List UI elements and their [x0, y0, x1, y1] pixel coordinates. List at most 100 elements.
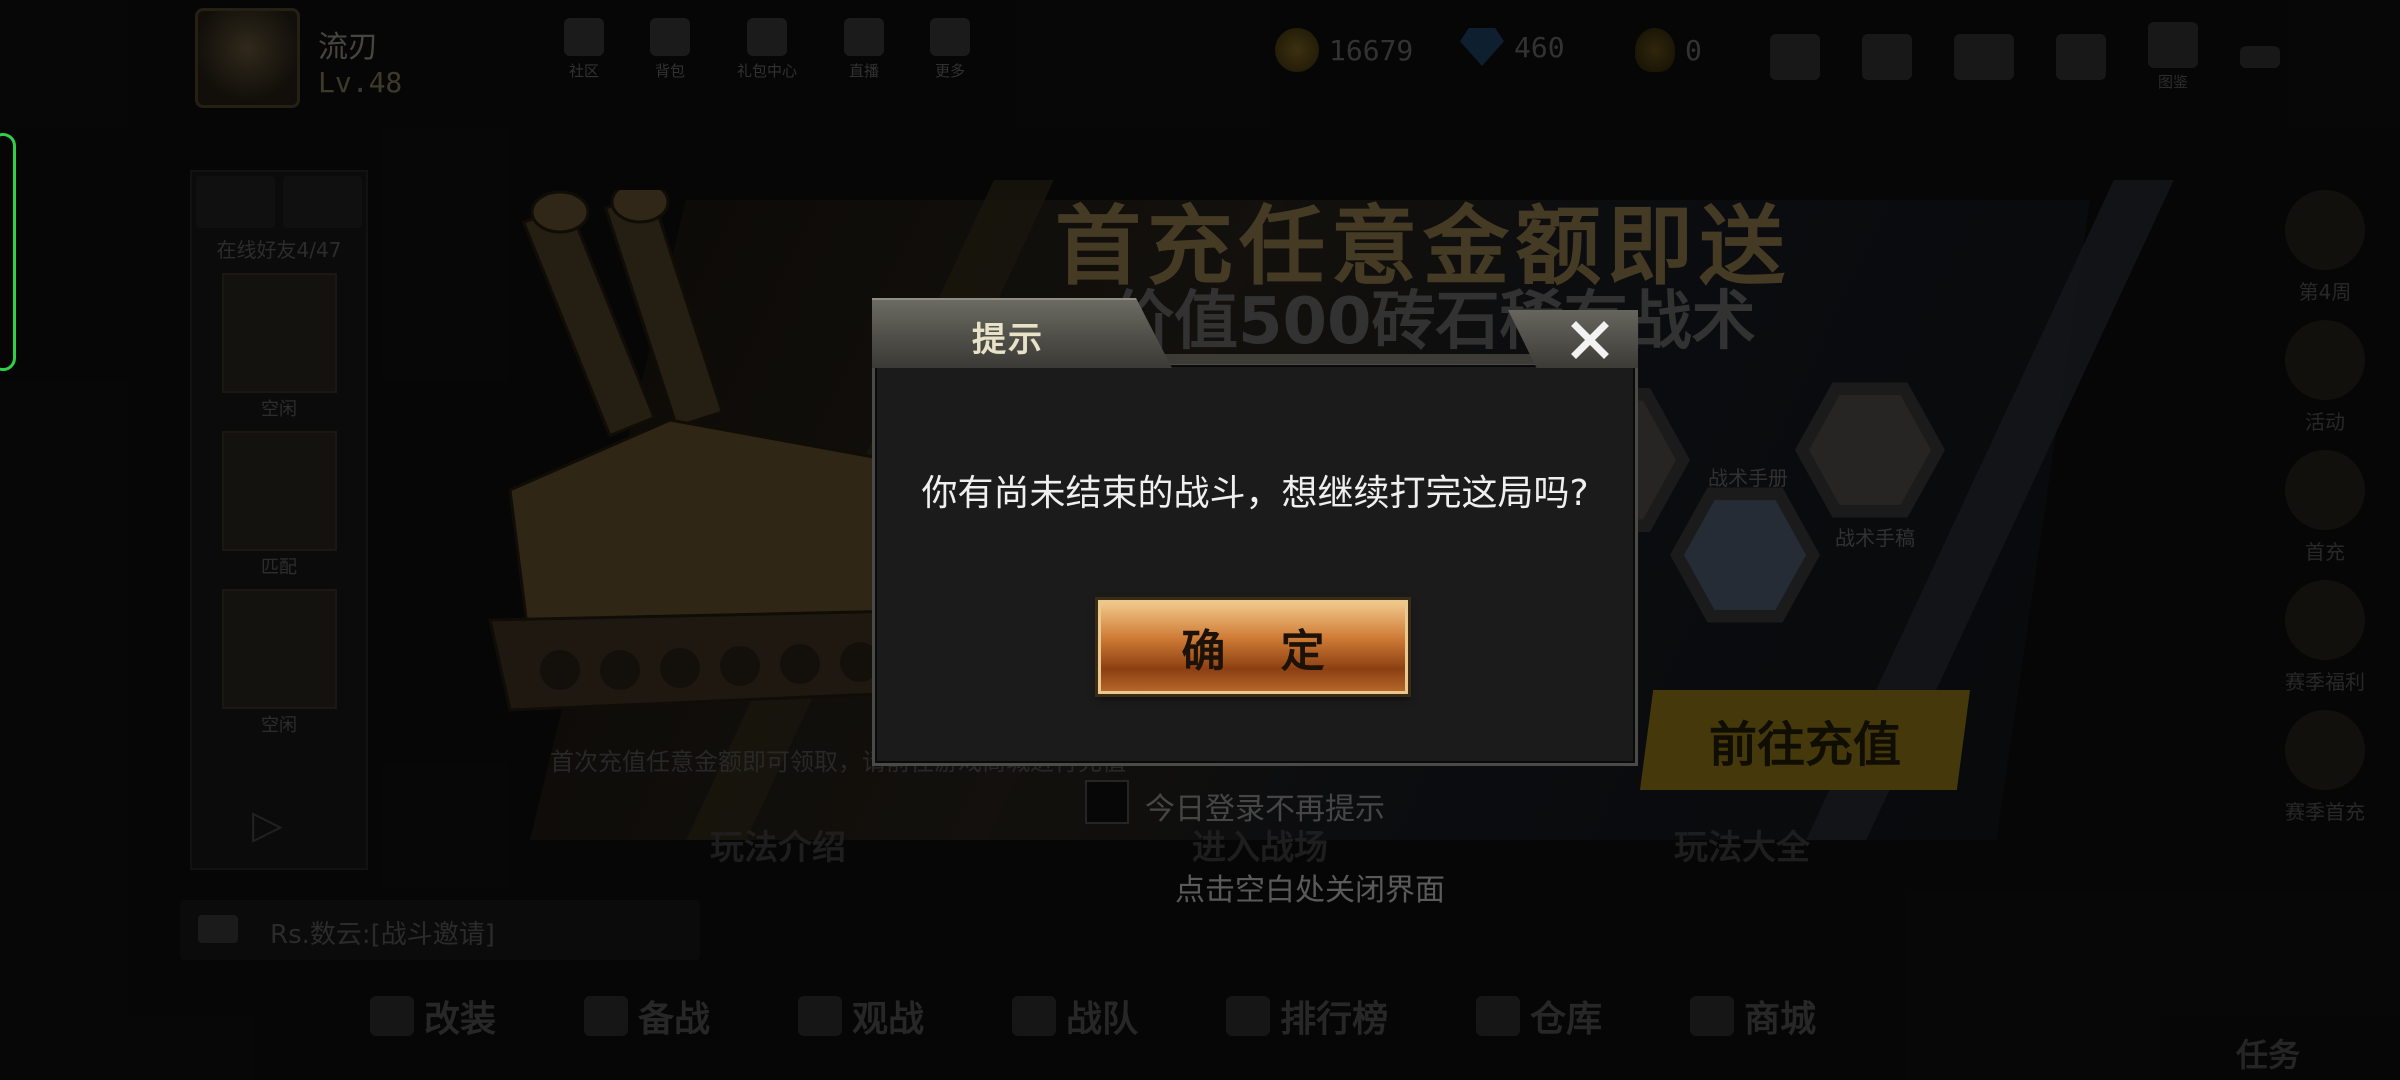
top-nav-community[interactable]: 社区 — [555, 18, 613, 81]
mail-button[interactable] — [1954, 34, 2014, 80]
promo-tabs: 玩法介绍 进入战场 玩法大全 — [710, 820, 1810, 869]
expand-arrow-icon[interactable]: ▷ — [252, 802, 283, 848]
nav-spectate[interactable]: 观战 — [798, 990, 924, 1042]
friend-slot-status: 匹配 — [261, 557, 297, 578]
close-icon — [1571, 321, 1609, 359]
gift-icon — [2285, 450, 2365, 530]
star-icon — [2285, 320, 2365, 400]
nav-label: 观战 — [852, 999, 925, 1040]
friend-slot[interactable] — [221, 431, 337, 551]
star-icon — [798, 996, 843, 1036]
friend-slot[interactable] — [221, 589, 337, 709]
nav-label: 备战 — [638, 999, 711, 1040]
nav-label: 更多 — [934, 62, 965, 80]
chat-bar[interactable]: Rs.数云:[战斗邀请] — [180, 900, 700, 960]
tap-to-close-hint[interactable]: 点击空白处关闭界面 — [510, 865, 2110, 909]
friends-panel: 在线好友4/47 空闲 匹配 空闲 ▷ — [190, 170, 368, 870]
game-lobby: 流刃 Lv.48 社区 背包 礼包中心 直播 更多 16679 460 0 图鉴 — [0, 0, 2400, 1080]
event-season-benefit[interactable]: 赛季福利 — [2250, 580, 2400, 710]
edge-handle[interactable] — [0, 133, 16, 371]
nav-label: 改装 — [424, 999, 497, 1040]
gold-value: 16679 — [1329, 33, 1414, 67]
friends-tabs — [192, 172, 366, 232]
confirm-label: 确 定 — [1181, 626, 1345, 677]
event-week[interactable]: 第4周 — [2250, 190, 2400, 320]
top-bar: 流刃 Lv.48 社区 背包 礼包中心 直播 更多 16679 460 0 图鉴 — [0, 0, 2400, 110]
top-nav-live[interactable]: 直播 — [835, 18, 893, 81]
nav-modify[interactable]: 改装 — [370, 990, 496, 1042]
tab-friends[interactable] — [283, 176, 362, 228]
event-label: 第4周 — [2298, 280, 2352, 304]
medal-value: 0 — [1685, 33, 1702, 67]
plus-icon — [1770, 34, 1820, 80]
medal-icon — [1635, 28, 1675, 72]
promo-tab[interactable]: 玩法大全 — [1674, 820, 1810, 869]
skull-icon — [584, 996, 629, 1036]
nav-store[interactable]: 商城 — [1690, 990, 1816, 1042]
gold-counter[interactable]: 16679 — [1275, 28, 1413, 72]
emblem-icon — [2285, 710, 2365, 790]
battery-indicator — [2240, 46, 2280, 68]
event-first-recharge[interactable]: 首充 — [2250, 450, 2400, 580]
nav-label: 背包 — [654, 62, 685, 80]
emblem-icon — [2285, 580, 2365, 660]
go-recharge-button[interactable]: 前往充值 — [1640, 690, 1970, 790]
friend-slot[interactable] — [221, 273, 337, 393]
top-nav-bag[interactable]: 背包 — [641, 18, 699, 81]
star-badge-icon — [2285, 190, 2365, 270]
gift-icon — [747, 18, 787, 56]
promo-tab[interactable]: 进入战场 — [1192, 820, 1328, 869]
house-icon — [1476, 996, 1521, 1036]
diamond-counter[interactable]: 460 — [1460, 28, 1565, 66]
wrench-icon — [370, 996, 414, 1036]
nav-label: 仓库 — [1530, 999, 1603, 1040]
medal-counter[interactable]: 0 — [1635, 28, 1702, 72]
nav-warehouse[interactable]: 仓库 — [1476, 990, 1602, 1042]
tab-team[interactable] — [196, 176, 275, 228]
top-nav-gift-center[interactable]: 礼包中心 — [727, 18, 807, 81]
nav-prepare[interactable]: 备战 — [584, 990, 710, 1042]
dont-show-today-checkbox[interactable] — [1085, 780, 1129, 824]
friend-button[interactable] — [1862, 34, 1912, 80]
shield-icon — [1012, 996, 1057, 1036]
friend-slot-status: 空闲 — [261, 715, 297, 736]
friend-icon — [1862, 34, 1912, 80]
book-icon — [2148, 22, 2198, 68]
codex-button[interactable]: 图鉴 — [2148, 22, 2198, 92]
nav-label: 排行榜 — [1280, 999, 1389, 1040]
confirm-button[interactable]: 确 定 — [1098, 600, 1408, 694]
plus-button[interactable] — [1770, 34, 1820, 80]
player-avatar[interactable] — [195, 8, 300, 108]
nav-team[interactable]: 战队 — [1012, 990, 1138, 1042]
coin-icon — [1275, 28, 1319, 72]
play-icon — [844, 18, 884, 56]
store-icon — [1690, 996, 1735, 1036]
header-bar — [1162, 354, 1582, 364]
nav-label: 礼包中心 — [736, 62, 797, 80]
book-icon — [1684, 500, 1806, 610]
dialog-close-button[interactable] — [1562, 312, 1618, 368]
event-activity[interactable]: 活动 — [2250, 320, 2400, 450]
top-nav-more[interactable]: 更多 — [921, 18, 979, 81]
reward-label: 战术手册 — [1708, 466, 1788, 490]
bottom-nav: 改装 备战 观战 战队 排行榜 仓库 商城 — [370, 990, 1816, 1042]
top-nav: 社区 背包 礼包中心 直播 更多 — [555, 18, 979, 81]
mail-icon — [1954, 34, 2014, 80]
dialog-message: 你有尚未结束的战斗，想继续打完这局吗? — [921, 473, 1589, 514]
nav-label: 社区 — [568, 62, 599, 80]
chat-message: Rs.数云:[战斗邀请] — [270, 920, 495, 950]
nav-label: 战队 — [1066, 999, 1139, 1040]
book-icon — [1809, 395, 1931, 505]
backpack-icon — [650, 18, 690, 56]
task-button[interactable]: 任务 — [2236, 1030, 2300, 1076]
nav-leaderboard[interactable]: 排行榜 — [1226, 990, 1388, 1042]
online-friends-label: 在线好友4/47 — [216, 238, 342, 262]
diamond-value: 460 — [1514, 30, 1565, 64]
nav-label: 直播 — [848, 62, 879, 80]
settings-button[interactable] — [2056, 34, 2106, 80]
event-season-recharge[interactable]: 赛季首充 — [2250, 710, 2400, 840]
promo-tab[interactable]: 玩法介绍 — [710, 820, 846, 869]
friend-slot-status: 空闲 — [261, 399, 297, 420]
event-label: 首充 — [2305, 540, 2345, 564]
trophy-icon — [1226, 996, 1271, 1036]
